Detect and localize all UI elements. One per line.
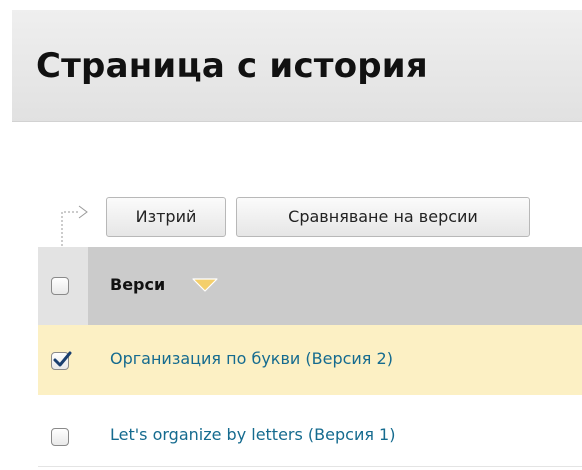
column-title-version[interactable]: Верси <box>110 275 165 294</box>
grid-header: Верси <box>38 247 582 325</box>
page-title-bar: Страница с история <box>12 10 582 122</box>
table-row: Let's organize by letters (Версия 1) <box>38 395 582 465</box>
compare-versions-button[interactable]: Сравняване на версии <box>236 197 530 237</box>
select-all-cell <box>38 247 88 325</box>
row-divider <box>38 466 582 467</box>
version-link[interactable]: Let's organize by letters (Версия 1) <box>110 425 395 444</box>
bulk-action-arrow-icon <box>61 205 88 250</box>
select-all-checkbox[interactable] <box>51 277 69 295</box>
table-row: Организация по букви (Версия 2) <box>38 325 582 395</box>
page-title: Страница с история <box>36 46 428 86</box>
row-checkbox[interactable] <box>51 428 69 446</box>
chevron-down-icon[interactable] <box>192 278 218 292</box>
version-link[interactable]: Организация по букви (Версия 2) <box>110 349 393 368</box>
row-checkbox[interactable] <box>51 351 72 370</box>
check-icon <box>53 351 72 367</box>
delete-button[interactable]: Изтрий <box>106 197 226 237</box>
